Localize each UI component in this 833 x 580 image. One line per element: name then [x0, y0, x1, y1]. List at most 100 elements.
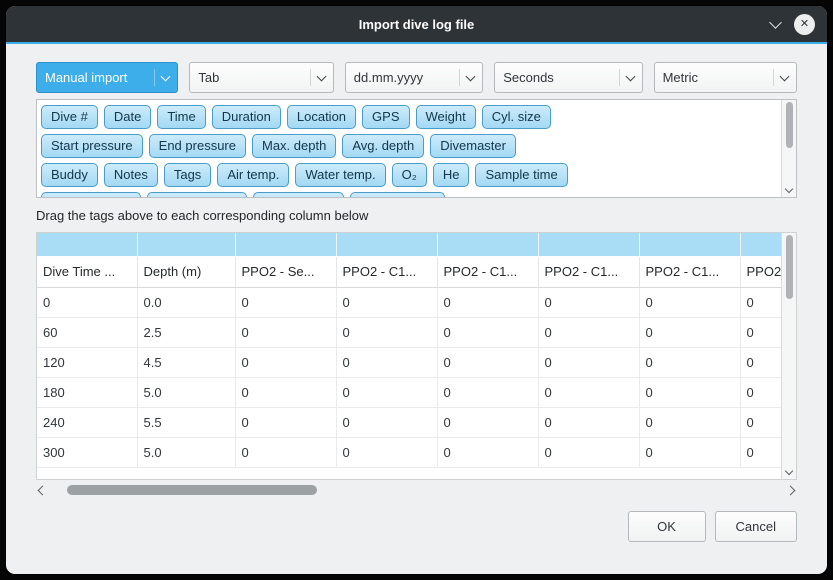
column-drop-target[interactable] — [437, 233, 538, 256]
tag-water-temp[interactable]: Water temp. — [295, 163, 385, 187]
scroll-left-icon[interactable] — [38, 485, 48, 495]
tag-divemaster[interactable]: Divemaster — [430, 134, 516, 158]
combo-value: dd.mm.yyyy — [354, 70, 452, 85]
table-cell: 0 — [336, 407, 437, 437]
tag-cyl-size[interactable]: Cyl. size — [482, 105, 551, 129]
column-drop-target[interactable] — [235, 233, 336, 256]
tag-avg-depth[interactable]: Avg. depth — [342, 134, 424, 158]
tag-date[interactable]: Date — [104, 105, 151, 129]
tag-time[interactable]: Time — [157, 105, 205, 129]
tag-he[interactable]: He — [433, 163, 470, 187]
tag-row: BuddyNotesTagsAir temp.Water temp. O₂HeSa… — [41, 163, 777, 187]
column-drop-target[interactable] — [538, 233, 639, 256]
scroll-down-icon[interactable] — [785, 185, 793, 193]
combo-separator — [773, 69, 774, 86]
table-cell: 240 — [37, 407, 137, 437]
tag-row: Sample depth Sample temp. Sample pO₂ Sample… — [41, 192, 777, 197]
tag-sample-cns[interactable]: Sample CNS — [350, 192, 445, 197]
tag-sample-temp[interactable]: Sample temp. — [147, 192, 247, 197]
horizontal-scrollbar[interactable] — [36, 482, 797, 498]
close-button[interactable]: ✕ — [794, 14, 815, 35]
column-drop-target[interactable] — [137, 233, 235, 256]
tag-duration[interactable]: Duration — [212, 105, 281, 129]
table-cell: 300 — [37, 437, 137, 467]
table-cell: 0 — [740, 347, 781, 377]
column-header: PPO2 - C1... — [336, 256, 437, 287]
preview-table-viewport: Dive Time ...Depth (m)PPO2 - Se...PPO2 -… — [37, 233, 781, 479]
chevron-down-icon — [161, 71, 171, 81]
column-drop-target[interactable] — [37, 233, 137, 256]
scroll-down-icon[interactable] — [785, 467, 793, 475]
tags-scrollbar-thumb[interactable] — [786, 102, 793, 148]
column-header: Depth (m) — [137, 256, 235, 287]
chevron-down-icon — [466, 71, 476, 81]
table-cell: 0 — [639, 347, 740, 377]
tag-tags[interactable]: Tags — [164, 163, 211, 187]
drag-instruction: Drag the tags above to each correspondin… — [36, 208, 797, 223]
table-row: 2405.5000000 — [37, 407, 781, 437]
table-row: 3005.0000000 — [37, 437, 781, 467]
tag-start-pressure[interactable]: Start pressure — [41, 134, 143, 158]
chevron-down-icon — [780, 71, 790, 81]
tag-row: Start pressureEnd pressureMax. depthAvg.… — [41, 134, 777, 158]
tag-o[interactable]: O₂ — [392, 163, 427, 187]
table-cell: 5.0 — [137, 377, 235, 407]
tags-scrollbar[interactable] — [781, 100, 796, 197]
table-cell: 0 — [740, 437, 781, 467]
preview-table: Dive Time ...Depth (m)PPO2 - Se...PPO2 -… — [37, 233, 781, 468]
tag-weight[interactable]: Weight — [416, 105, 476, 129]
tag-location[interactable]: Location — [287, 105, 356, 129]
drop-target-row — [37, 233, 781, 256]
combo-separator — [459, 69, 460, 86]
column-drop-target[interactable] — [740, 233, 781, 256]
tag-sample-time[interactable]: Sample time — [475, 163, 567, 187]
ok-button[interactable]: OK — [628, 511, 706, 542]
tags-area: Dive #DateTime DurationLocationGPS WeightC… — [37, 100, 781, 197]
combo-separator — [154, 69, 155, 86]
chevron-down-icon — [625, 71, 635, 81]
table-cell: 0 — [538, 287, 639, 317]
titlebar: Import dive log file ✕ — [6, 6, 827, 44]
chevron-down-icon[interactable] — [769, 16, 782, 29]
tag-sample-po[interactable]: Sample pO₂ — [253, 192, 343, 197]
tag-dive[interactable]: Dive # — [41, 105, 98, 129]
tag-buddy[interactable]: Buddy — [41, 163, 98, 187]
table-scrollbar[interactable] — [781, 233, 796, 479]
table-cell: 0 — [538, 377, 639, 407]
tag-row: Dive #DateTime DurationLocationGPS WeightC… — [41, 105, 777, 129]
import-options-row: Manual import Tab dd.mm.yyyy Seconds Metric — [36, 62, 797, 93]
table-cell: 0 — [336, 377, 437, 407]
table-row: 00.0000000 — [37, 287, 781, 317]
tag-max-depth[interactable]: Max. depth — [252, 134, 336, 158]
cancel-button[interactable]: Cancel — [715, 511, 797, 542]
combo-dd-mm-yyyy[interactable]: dd.mm.yyyy — [345, 62, 483, 93]
tag-gps[interactable]: GPS — [362, 105, 409, 129]
column-drop-target[interactable] — [336, 233, 437, 256]
column-drop-target[interactable] — [639, 233, 740, 256]
scroll-right-icon[interactable] — [786, 485, 796, 495]
table-row: 1805.0000000 — [37, 377, 781, 407]
table-cell: 0 — [639, 377, 740, 407]
tag-air-temp[interactable]: Air temp. — [217, 163, 289, 187]
table-cell: 0 — [740, 407, 781, 437]
tag-sample-depth[interactable]: Sample depth — [41, 192, 141, 197]
table-cell: 0.0 — [137, 287, 235, 317]
window-title: Import dive log file — [359, 17, 475, 32]
tag-notes[interactable]: Notes — [104, 163, 158, 187]
combo-seconds[interactable]: Seconds — [494, 62, 642, 93]
combo-tab[interactable]: Tab — [189, 62, 333, 93]
tag-end-pressure[interactable]: End pressure — [149, 134, 246, 158]
table-cell: 0 — [538, 317, 639, 347]
dialog-buttons: OK Cancel — [36, 511, 797, 542]
combo-metric[interactable]: Metric — [654, 62, 797, 93]
table-cell: 120 — [37, 347, 137, 377]
table-cell: 0 — [235, 377, 336, 407]
table-scrollbar-thumb[interactable] — [786, 235, 793, 299]
table-cell: 0 — [235, 317, 336, 347]
table-cell: 0 — [740, 377, 781, 407]
table-cell: 180 — [37, 377, 137, 407]
table-cell: 0 — [437, 347, 538, 377]
combo-manual-import[interactable]: Manual import — [36, 62, 178, 93]
horizontal-scrollbar-track[interactable] — [49, 482, 784, 498]
horizontal-scrollbar-thumb[interactable] — [67, 485, 317, 495]
